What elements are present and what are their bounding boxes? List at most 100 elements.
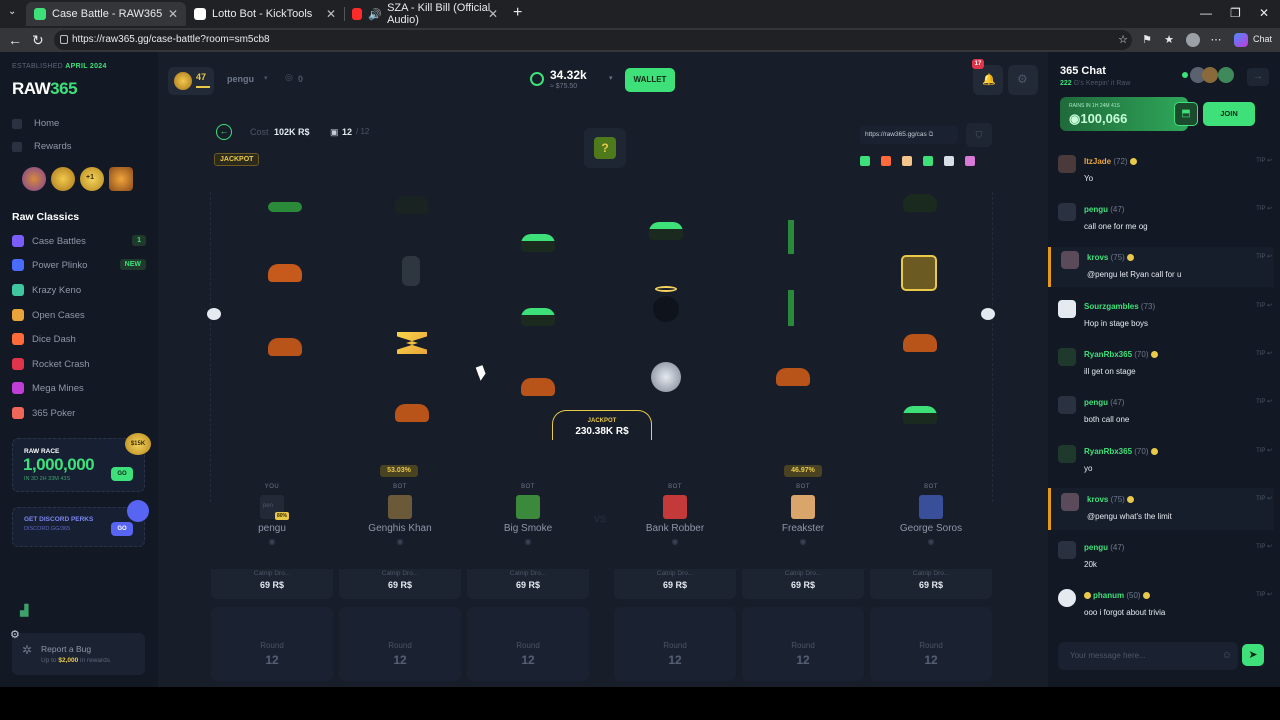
more-menu-icon[interactable]: ⋯ <box>1209 33 1223 47</box>
minimize-icon[interactable]: — <box>1200 6 1212 20</box>
back-arrow-icon[interactable]: ← <box>216 124 232 140</box>
game-power-plinko[interactable]: Power Plinko NEW <box>12 257 146 273</box>
send-button[interactable]: ➤ <box>1242 644 1264 666</box>
view-icon[interactable]: ◉ <box>739 537 867 546</box>
share-link[interactable]: https://raw365.gg/cas ⧉ <box>860 126 958 144</box>
nav-rewards[interactable]: Rewards <box>12 141 72 152</box>
report-bug-card[interactable]: ⚙ ✲ Report a Bug Up to $2,000 in rewards <box>10 629 145 675</box>
player-slot[interactable]: BOT Freakster ◉ <box>739 484 867 546</box>
view-icon[interactable]: ◉ <box>867 537 995 546</box>
view-icon[interactable]: ◉ <box>336 537 464 546</box>
reward-chest-icon[interactable] <box>109 167 133 191</box>
tip-button[interactable]: TIP ↩ <box>1256 543 1272 550</box>
close-tab-icon[interactable]: ✕ <box>168 7 178 21</box>
game-case-battles[interactable]: Case Battles 1 <box>12 233 146 249</box>
tip-button[interactable]: TIP ↩ <box>1256 591 1272 598</box>
tab-lotto-bot[interactable]: Lotto Bot - KickTools ✕ <box>186 2 345 26</box>
chat-username[interactable]: krovs (75) <box>1087 253 1134 262</box>
wallet-button[interactable]: WALLET <box>625 68 675 92</box>
tip-button[interactable]: TIP ↩ <box>1256 495 1272 502</box>
tip-button[interactable]: TIP ↩ <box>1256 350 1272 357</box>
tab-search-icon[interactable]: ⌄ <box>8 6 16 17</box>
chat-username[interactable]: krovs (75) <box>1087 495 1134 504</box>
nav-home[interactable]: Home <box>12 118 59 129</box>
game-rocket-crash[interactable]: Rocket Crash <box>12 356 146 372</box>
chat-username[interactable]: ItzJade (72) <box>1084 157 1137 166</box>
player-slot[interactable]: BOT George Soros ◉ <box>867 484 995 546</box>
race-go-button[interactable]: GO <box>111 467 133 481</box>
level-badge[interactable]: 47 <box>168 67 214 95</box>
view-icon[interactable]: ◉ <box>208 537 336 546</box>
tip-button[interactable]: TIP ↩ <box>1256 302 1272 309</box>
chat-username[interactable]: pengu (47) <box>1084 398 1124 407</box>
case-icon-2[interactable] <box>881 156 891 166</box>
tip-button[interactable]: TIP ↩ <box>1256 398 1272 405</box>
close-window-icon[interactable]: ✕ <box>1259 6 1269 20</box>
emoji-icon[interactable]: ☺ <box>1222 642 1232 670</box>
game-krazy-keno[interactable]: Krazy Keno <box>12 282 146 298</box>
view-icon[interactable]: ◉ <box>464 537 592 546</box>
player-slot[interactable]: BOT Bank Robber ◉ <box>611 484 739 546</box>
fairness-shield-icon[interactable]: ⛉ <box>966 123 992 147</box>
stats-icon[interactable]: ▟ <box>20 604 28 617</box>
bookmark-star-icon[interactable]: ☆ <box>1116 33 1130 47</box>
game-365-poker[interactable]: 365 Poker <box>12 405 146 421</box>
maximize-icon[interactable]: ❐ <box>1230 6 1241 20</box>
user-dropdown-icon[interactable]: ▾ <box>264 74 268 82</box>
game-mega-mines[interactable]: Mega Mines <box>12 380 146 396</box>
reward-level-badge-icon[interactable]: +1 <box>80 167 104 191</box>
case-preview[interactable]: ? <box>584 128 626 168</box>
chat-message-input[interactable]: Your message here... ☺ <box>1058 642 1238 670</box>
case-icon-4[interactable] <box>923 156 933 166</box>
copy-icon[interactable]: ⧉ <box>929 131 934 138</box>
site-info-icon[interactable] <box>60 35 68 44</box>
view-icon[interactable]: ◉ <box>611 537 739 546</box>
discord-go-button[interactable]: GO <box>111 522 133 536</box>
chat-button[interactable]: Chat <box>1253 34 1272 44</box>
chat-username[interactable]: pengu (47) <box>1084 205 1124 214</box>
favorites-icon[interactable]: ★ <box>1162 33 1176 47</box>
case-icon-5[interactable] <box>944 156 954 166</box>
reward-coin-icon[interactable] <box>51 167 75 191</box>
chat-username[interactable]: RyanRbx365 (70) <box>1084 350 1158 359</box>
notifications-button[interactable]: 🔔 17 <box>972 59 1003 95</box>
player-slot[interactable]: YOU pen 80% pengu ◉ <box>208 484 336 546</box>
case-icon-3[interactable] <box>902 156 912 166</box>
tab-case-battle[interactable]: Case Battle - RAW365 ✕ <box>26 2 186 26</box>
chat-username[interactable]: pengu (47) <box>1084 543 1124 552</box>
url-field[interactable]: https://raw365.gg/case-battle?room=sm5cb… <box>54 30 1132 50</box>
extensions-icon[interactable]: ⚑ <box>1140 33 1154 47</box>
raw365-logo[interactable]: RAW365 <box>12 79 78 99</box>
discord-promo[interactable]: GET DISCORD PERKS DISCORD.GG/365 GO <box>12 500 149 547</box>
tab-sza-kill-bill[interactable]: 🔊 SZA - Kill Bill (Official Audio) ✕ <box>344 2 506 26</box>
reward-medal-icon[interactable] <box>22 167 46 191</box>
back-icon[interactable]: ← <box>8 32 22 48</box>
close-tab-icon[interactable]: ✕ <box>488 7 498 21</box>
game-open-cases[interactable]: Open Cases <box>12 307 146 323</box>
tip-button[interactable]: TIP ↩ <box>1256 253 1272 260</box>
profile-avatar[interactable] <box>1186 33 1200 47</box>
balance-dropdown-icon[interactable]: ▾ <box>609 74 613 82</box>
new-tab-icon[interactable]: + <box>513 4 522 22</box>
chat-username[interactable]: phanum (50) <box>1084 591 1150 600</box>
collapse-chat-icon[interactable]: → <box>1247 68 1269 86</box>
username[interactable]: pengu <box>227 74 254 84</box>
reload-icon[interactable]: ↻ <box>32 32 44 49</box>
case-icon-1[interactable] <box>860 156 870 166</box>
chat-username[interactable]: RyanRbx365 (70) <box>1084 447 1158 456</box>
player-slot[interactable]: BOT Big Smoke ◉ <box>464 484 592 546</box>
speaker-icon[interactable]: 🔊 <box>368 8 382 21</box>
copilot-icon[interactable] <box>1234 33 1248 47</box>
chat-username[interactable]: Sourzgambles (73) <box>1084 302 1155 311</box>
game-dice-dash[interactable]: Dice Dash <box>12 331 146 347</box>
rain-tip-icon[interactable]: ⬒ <box>1174 102 1198 126</box>
tip-button[interactable]: TIP ↩ <box>1256 205 1272 212</box>
tip-button[interactable]: TIP ↩ <box>1256 157 1272 164</box>
player-slot[interactable]: BOT Genghis Khan ◉ <box>336 484 464 546</box>
case-icon-6[interactable] <box>965 156 975 166</box>
tip-button[interactable]: TIP ↩ <box>1256 447 1272 454</box>
settings-button[interactable]: ⚙ <box>1008 65 1038 95</box>
raw-race-promo[interactable]: RAW RACE 1,000,000 IN 3D 2H 33M 43S GO $… <box>12 433 151 492</box>
join-rain-button[interactable]: JOIN <box>1203 102 1255 126</box>
close-tab-icon[interactable]: ✕ <box>326 7 336 21</box>
